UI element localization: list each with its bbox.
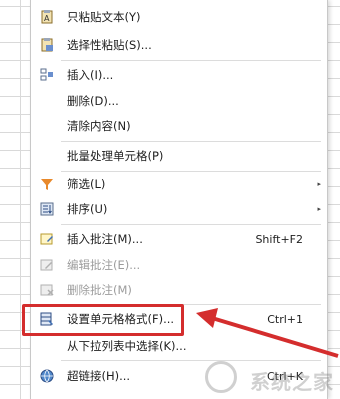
- menu-item-delete-comment: 删除批注(M): [31, 279, 327, 301]
- menu-item-insert-comment[interactable]: 插入批注(M)... Shift+F2: [31, 228, 327, 250]
- svg-text:A: A: [44, 14, 50, 23]
- menu-item-label: 插入(I)...: [67, 68, 114, 82]
- menu-item-clear-contents[interactable]: 清除内容(N): [31, 115, 327, 137]
- spreadsheet-background: A 只粘贴文本(Y) 选择性粘贴(S)... 插入(I)... 删除(D)...…: [0, 0, 340, 399]
- hyperlink-icon: [39, 368, 55, 384]
- menu-separator: [61, 171, 321, 172]
- annotation-highlight-box: [22, 304, 184, 336]
- context-menu: A 只粘贴文本(Y) 选择性粘贴(S)... 插入(I)... 删除(D)...…: [30, 0, 328, 399]
- insert-icon: [39, 67, 55, 83]
- menu-item-label: 编辑批注(E)...: [67, 258, 141, 272]
- menu-separator: [61, 224, 321, 225]
- menu-item-delete[interactable]: 删除(D)...: [31, 90, 327, 112]
- menu-item-shortcut: Shift+F2: [255, 232, 303, 246]
- menu-item-paste-text-only[interactable]: A 只粘贴文本(Y): [31, 6, 327, 28]
- menu-item-label: 清除内容(N): [67, 119, 131, 133]
- delete-comment-icon: [39, 282, 55, 298]
- paste-special-icon: [39, 37, 55, 53]
- menu-item-label: 筛选(L): [67, 177, 106, 191]
- menu-item-paste-special[interactable]: 选择性粘贴(S)...: [31, 34, 327, 56]
- menu-item-label: 只粘贴文本(Y): [67, 10, 141, 24]
- menu-item-label: 删除批注(M): [67, 283, 132, 297]
- menu-item-label: 排序(U): [67, 202, 108, 216]
- watermark-logo: [205, 361, 237, 393]
- watermark-text: 系统之家: [250, 370, 334, 394]
- sort-icon: [39, 201, 55, 217]
- menu-item-pick-from-dropdown[interactable]: 从下拉列表中选择(K)...: [31, 335, 327, 357]
- menu-item-label: 从下拉列表中选择(K)...: [67, 339, 187, 353]
- paste-text-icon: A: [39, 9, 55, 25]
- submenu-arrow-icon: ▸: [317, 205, 321, 213]
- menu-separator: [61, 60, 321, 61]
- menu-item-insert[interactable]: 插入(I)...: [31, 64, 327, 86]
- menu-item-filter[interactable]: 筛选(L) ▸: [31, 173, 327, 195]
- submenu-arrow-icon: ▸: [317, 180, 321, 188]
- menu-item-label: 批量处理单元格(P): [67, 149, 164, 163]
- menu-item-edit-comment: 编辑批注(E)...: [31, 254, 327, 276]
- menu-item-label: 删除(D)...: [67, 94, 119, 108]
- menu-item-label: 超链接(H)...: [67, 369, 131, 383]
- menu-separator: [61, 360, 321, 361]
- menu-item-sort[interactable]: 排序(U) ▸: [31, 198, 327, 220]
- menu-item-shortcut: Ctrl+1: [267, 312, 303, 326]
- menu-item-label: 插入批注(M)...: [67, 232, 143, 246]
- menu-separator: [61, 141, 321, 142]
- menu-item-label: 选择性粘贴(S)...: [67, 38, 152, 52]
- insert-comment-icon: [39, 231, 55, 247]
- menu-item-batch-process[interactable]: 批量处理单元格(P): [31, 145, 327, 167]
- edit-comment-icon: [39, 257, 55, 273]
- filter-icon: [39, 176, 55, 192]
